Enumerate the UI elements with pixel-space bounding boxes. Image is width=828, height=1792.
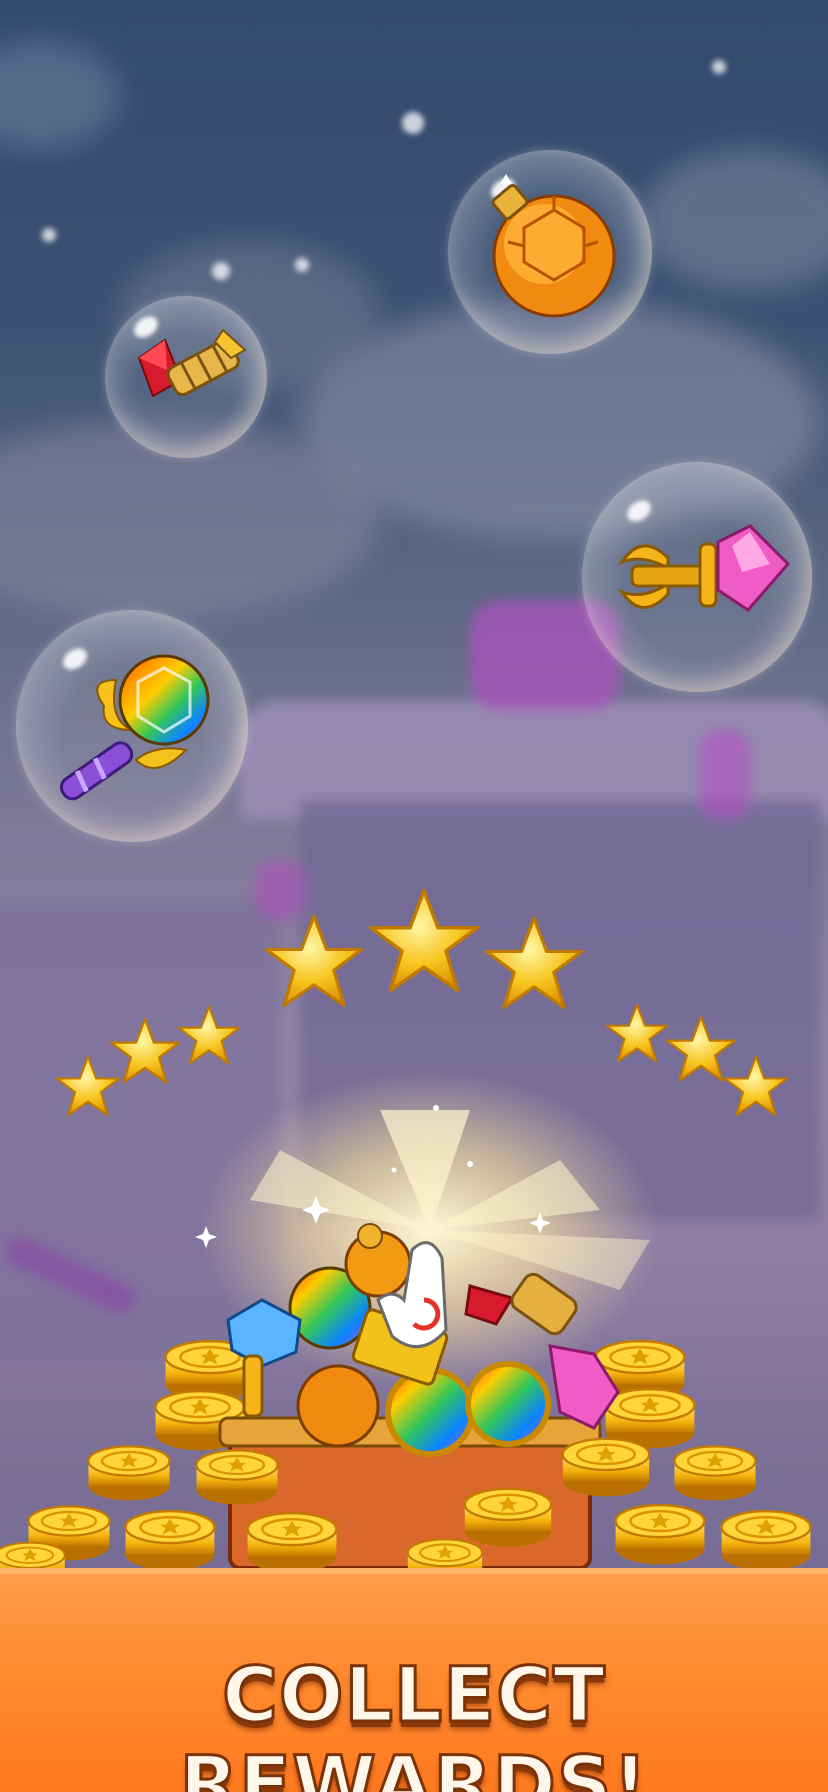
coin-stack (124, 1509, 216, 1572)
gold-bomb-cap (357, 1223, 383, 1249)
coin-stack (614, 1503, 706, 1566)
reward-scene: COLLECT REWARDS! (0, 0, 828, 1792)
coin-stack (463, 1487, 553, 1548)
orange-gem (296, 1364, 380, 1448)
sparkle (391, 1167, 397, 1173)
treasure-chest-icon (0, 1070, 812, 1591)
rainbow-gem (465, 1361, 551, 1447)
gold-hammer-handle (242, 1354, 264, 1418)
coin-stack (195, 1449, 279, 1506)
coin-stack (720, 1509, 812, 1572)
coin-stack (673, 1445, 757, 1502)
coin-stack (246, 1511, 338, 1574)
coin-stack (561, 1437, 651, 1498)
sparkle (433, 1105, 439, 1111)
coin-stack (87, 1445, 171, 1502)
headline: COLLECT REWARDS! (178, 1649, 649, 1792)
sparkle (467, 1161, 473, 1167)
